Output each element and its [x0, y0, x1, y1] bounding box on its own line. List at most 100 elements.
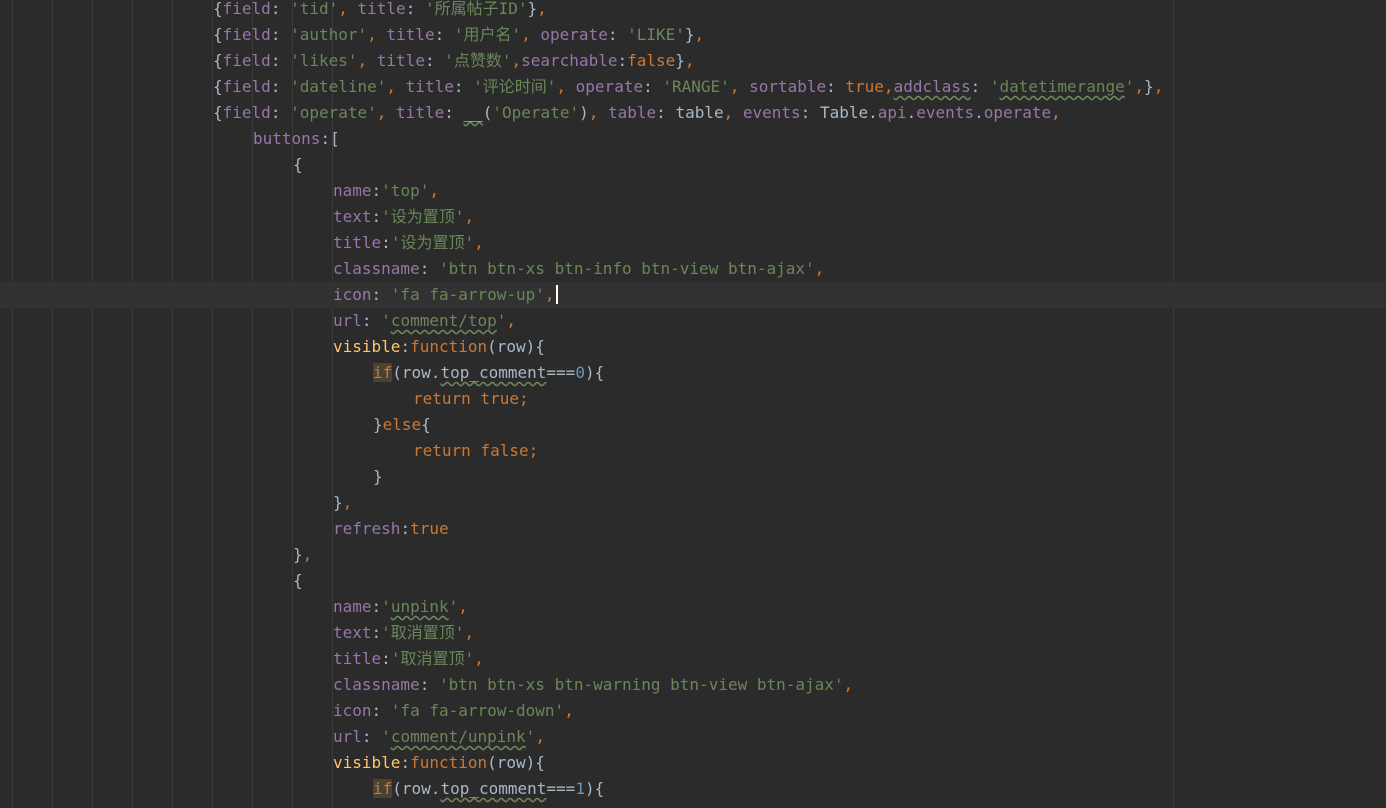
code-line[interactable]: if(row.top_comment===0){ — [0, 360, 1386, 386]
code-token: 'top' — [381, 181, 430, 200]
code-token: operate — [540, 25, 608, 44]
code-line[interactable]: return false; — [0, 438, 1386, 464]
code-token: , — [723, 103, 743, 122]
code-token: { — [421, 415, 431, 434]
code-token: 1 — [575, 779, 585, 798]
code-line[interactable]: visible:function(row){ — [0, 750, 1386, 776]
code-text: return true; — [413, 386, 529, 412]
code-token: : — [400, 519, 411, 538]
code-token: 'tid' — [290, 0, 339, 18]
code-line[interactable]: classname: 'btn btn-xs btn-info btn-view… — [0, 256, 1386, 282]
code-token: comment/unpink — [390, 727, 526, 746]
code-token: , — [376, 103, 397, 122]
code-token: else — [382, 415, 422, 434]
code-token: , — [544, 285, 555, 304]
code-line[interactable]: name:'unpink', — [0, 594, 1386, 620]
code-token: '评论时间' — [473, 77, 557, 96]
code-token: , — [338, 0, 358, 18]
code-token: : — [371, 597, 382, 616]
code-line[interactable]: { — [0, 152, 1386, 178]
code-line[interactable]: refresh:true — [0, 516, 1386, 542]
code-text: } — [373, 464, 383, 490]
code-line[interactable]: title:'取消置顶', — [0, 646, 1386, 672]
code-token: field — [222, 103, 271, 122]
code-token: buttons — [253, 129, 321, 148]
code-token: , — [464, 207, 475, 226]
code-token: { — [293, 571, 303, 590]
code-text: url: 'comment/top', — [333, 308, 516, 334]
code-token: ' — [381, 597, 391, 616]
code-token: } — [675, 51, 685, 70]
code-line[interactable]: {field: 'author', title: '用户名', operate:… — [0, 22, 1386, 48]
code-line[interactable]: buttons:[ — [0, 126, 1386, 152]
code-token: return true; — [413, 389, 529, 408]
code-token: { — [213, 0, 223, 18]
code-token: , — [474, 649, 484, 668]
code-line[interactable]: { — [0, 568, 1386, 594]
code-token: } — [527, 0, 538, 18]
code-line[interactable]: }else{ — [0, 412, 1386, 438]
code-line[interactable]: } — [0, 464, 1386, 490]
code-line[interactable]: }, — [0, 542, 1386, 568]
code-token: ) — [579, 103, 589, 122]
code-line[interactable]: name:'top', — [0, 178, 1386, 204]
code-token: , — [1051, 103, 1061, 122]
code-token: (row){ — [487, 753, 545, 772]
code-token: '用户名' — [453, 25, 522, 44]
code-token: 0 — [575, 363, 585, 382]
code-token: : — [424, 51, 445, 70]
code-token: '取消置顶' — [381, 623, 465, 642]
code-token: __ — [463, 103, 483, 122]
code-token: : — [434, 25, 454, 44]
code-token: : — [270, 51, 291, 70]
code-text: name:'unpink', — [333, 594, 468, 620]
code-line[interactable]: text:'取消置顶', — [0, 620, 1386, 646]
code-token: : — [970, 77, 990, 96]
code-token: 'fa fa-arrow-down' — [390, 701, 565, 720]
code-line[interactable]: url: 'comment/unpink', — [0, 724, 1386, 750]
code-token: title — [333, 233, 382, 252]
code-token: { — [213, 77, 223, 96]
code-token: { — [213, 25, 223, 44]
code-token: ' — [381, 727, 391, 746]
code-token: icon — [333, 701, 372, 720]
code-token: events — [742, 103, 801, 122]
code-line[interactable]: title:'设为置顶', — [0, 230, 1386, 256]
code-token: url — [333, 311, 362, 330]
code-text: if(row.top_comment===1){ — [373, 776, 604, 802]
code-line[interactable]: {field: 'likes', title: '点赞数',searchable… — [0, 48, 1386, 74]
code-line[interactable]: if(row.top_comment===1){ — [0, 776, 1386, 802]
code-line[interactable]: {field: 'operate', title: __('Operate'),… — [0, 100, 1386, 126]
code-token: , — [694, 25, 705, 44]
code-text: title:'取消置顶', — [333, 646, 484, 672]
code-line[interactable]: {field: 'tid', title: '所属帖子ID'}, — [0, 0, 1386, 22]
code-text: refresh:true — [333, 516, 449, 542]
code-token: : — [361, 727, 382, 746]
code-line[interactable]: icon: 'fa fa-arrow-down', — [0, 698, 1386, 724]
code-token: operate — [575, 77, 644, 96]
code-token: ( — [482, 103, 493, 122]
code-token: , — [302, 545, 313, 564]
code-token: : — [607, 25, 628, 44]
code-token: , — [357, 51, 377, 70]
code-line[interactable]: text:'设为置顶', — [0, 204, 1386, 230]
code-line[interactable]: return true; — [0, 386, 1386, 412]
code-token: } — [293, 545, 303, 564]
code-token: : — [270, 0, 291, 18]
code-token: if — [373, 779, 393, 798]
code-token: : — [453, 77, 474, 96]
code-line[interactable]: classname: 'btn btn-xs btn-warning btn-v… — [0, 672, 1386, 698]
code-editor[interactable]: {field: 'tid', title: '所属帖子ID'}, {field: … — [0, 0, 1386, 808]
code-token: ' — [448, 597, 459, 616]
code-text: {field: 'likes', title: '点赞数',searchable… — [213, 48, 695, 74]
code-line[interactable]: {field: 'dateline', title: '评论时间', opera… — [0, 74, 1386, 100]
code-line[interactable]: visible:function(row){ — [0, 334, 1386, 360]
code-text: {field: 'tid', title: '所属帖子ID'}, — [213, 0, 547, 22]
current-code-line[interactable]: icon: 'fa fa-arrow-up', — [0, 282, 1386, 308]
code-token: ' — [381, 311, 391, 330]
code-token: 'Operate' — [492, 103, 580, 122]
code-line[interactable]: url: 'comment/top', — [0, 308, 1386, 334]
code-token: : — [371, 207, 382, 226]
code-token: name — [333, 597, 372, 616]
code-line[interactable]: }, — [0, 490, 1386, 516]
